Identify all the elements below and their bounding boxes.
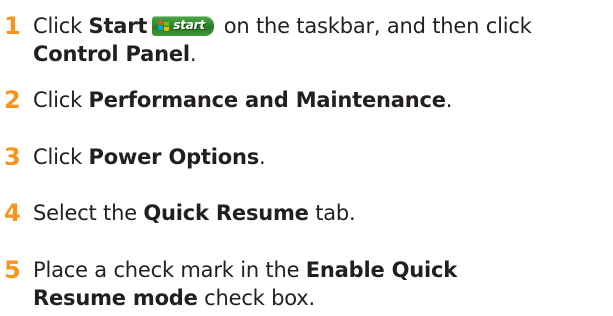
step-number: 4 — [4, 199, 21, 227]
quick-resume-tab-label: Quick Resume — [143, 201, 309, 225]
step-text: Select the Quick Resume tab. — [33, 201, 356, 225]
step-number: 5 — [4, 256, 21, 284]
power-options-label: Power Options — [88, 145, 260, 169]
resume-mode-label: Resume mode — [33, 286, 198, 310]
performance-maintenance-label: Performance and Maintenance — [88, 88, 446, 112]
step-number: 1 — [4, 12, 21, 40]
step-number: 2 — [4, 86, 21, 114]
step-text: Click Start start on the taskbar, and the… — [33, 14, 532, 66]
enable-quick-label: Enable Quick — [305, 258, 458, 282]
step-text: Click Performance and Maintenance. — [33, 88, 453, 112]
step-text: Place a check mark in the Enable Quick Re… — [33, 258, 458, 310]
start-button-image: start — [152, 16, 215, 36]
windows-flag-icon — [158, 20, 170, 31]
control-panel-label: Control Panel — [33, 42, 190, 66]
start-label: Start — [88, 14, 148, 38]
step-text: Click Power Options. — [33, 145, 266, 169]
start-button-text: start — [173, 18, 205, 32]
step-number: 3 — [4, 143, 21, 171]
